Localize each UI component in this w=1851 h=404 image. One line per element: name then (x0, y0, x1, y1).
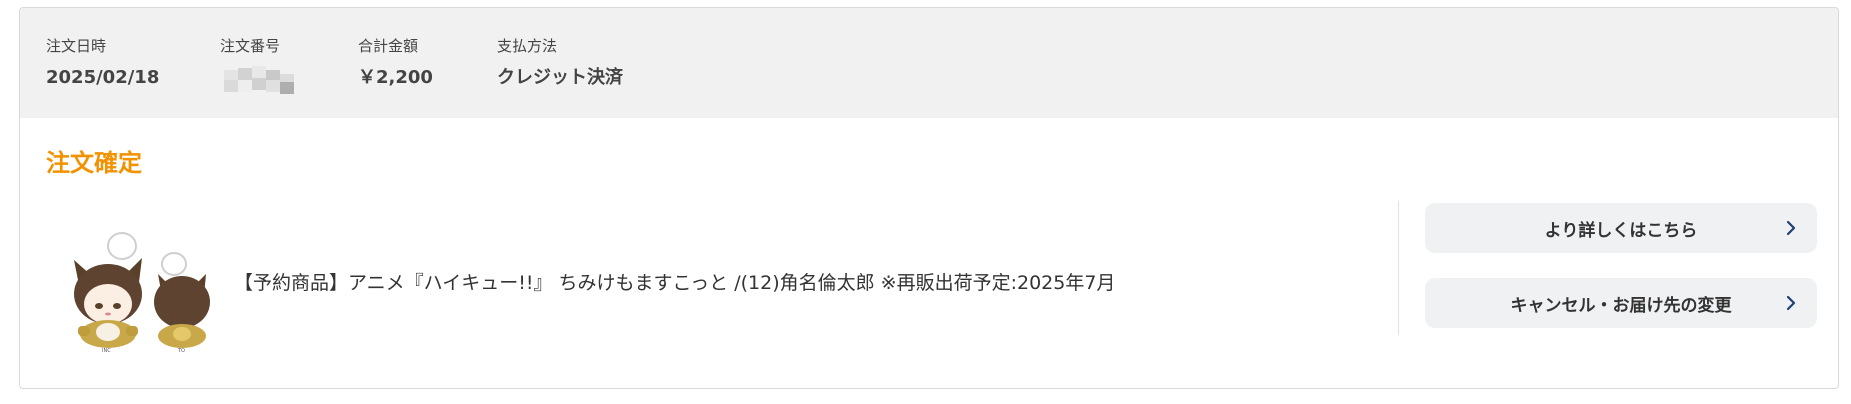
order-summary-header: 注文日時 2025/02/18 注文番号 合計金額 ￥2,200 支払方法 クレ… (20, 8, 1838, 118)
cancel-change-address-label: キャンセル・お届け先の変更 (1510, 295, 1732, 316)
product-name[interactable]: 【予約商品】アニメ『ハイキュー!!』 ちみけもますこっと /(12)角名倫太郎 … (234, 270, 1115, 296)
details-button[interactable]: より詳しくはこちら (1425, 203, 1817, 253)
order-date-value: 2025/02/18 (46, 67, 160, 88)
svg-text:INC: INC (102, 348, 111, 354)
order-card: 注文日時 2025/02/18 注文番号 合計金額 ￥2,200 支払方法 クレ… (19, 7, 1839, 389)
cancel-change-address-button[interactable]: キャンセル・お届け先の変更 (1425, 278, 1817, 328)
order-number-field: 注文番号 (220, 36, 300, 94)
order-total-value: ￥2,200 (358, 67, 433, 88)
order-date-field: 注文日時 2025/02/18 (46, 36, 159, 90)
order-status: 注文確定 (46, 149, 142, 177)
order-date-label: 注文日時 (46, 37, 107, 55)
payment-method-field: 支払方法 クレジット決済 (497, 36, 623, 90)
details-button-label: より詳しくはこちら (1544, 220, 1698, 241)
product-thumbnail[interactable]: INC TO (62, 222, 232, 354)
chevron-right-icon (1786, 220, 1796, 236)
order-total-label: 合計金額 (358, 37, 419, 55)
order-total-field: 合計金額 ￥2,200 (358, 36, 433, 90)
payment-method-value: クレジット決済 (497, 67, 623, 88)
actions-divider (1398, 201, 1399, 335)
chevron-right-icon (1786, 295, 1796, 311)
order-number-redacted (220, 64, 300, 94)
order-number-label: 注文番号 (220, 37, 281, 55)
payment-method-label: 支払方法 (497, 37, 558, 55)
svg-text:TO: TO (177, 348, 185, 354)
